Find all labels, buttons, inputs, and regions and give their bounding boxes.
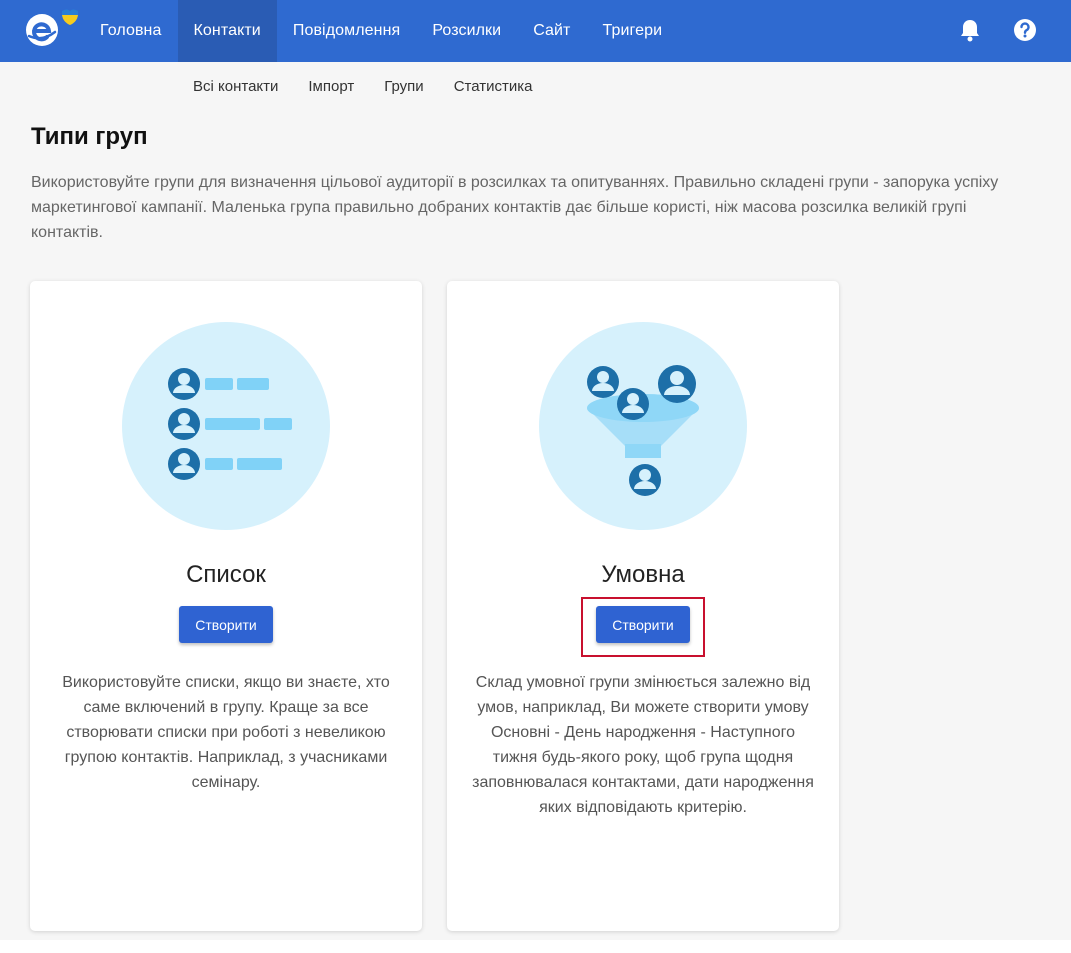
highlight-frame [581,597,705,657]
subnav-item-groups[interactable]: Групи [369,76,438,98]
bell-icon[interactable] [957,17,983,43]
page-title: Типи груп [31,123,148,150]
nav-item-campaigns[interactable]: Розсилки [416,0,517,62]
list-group-illustration [122,322,330,530]
nav-item-site[interactable]: Сайт [517,0,586,62]
card-description: Склад умовної групи змінюється залежно в… [472,674,814,816]
subnav-item-all-contacts[interactable]: Всі контакти [178,76,293,98]
nav-item-triggers[interactable]: Тригери [587,0,679,62]
logo[interactable] [22,6,84,54]
create-list-group-button[interactable]: Створити [179,606,273,643]
top-navigation-bar: Головна Контакти Повідомлення Розсилки С… [0,0,1071,62]
help-icon[interactable] [1012,17,1038,43]
funnel-group-illustration [539,322,747,530]
page-description: Використовуйте групи для визначення ціль… [31,174,999,241]
sub-navigation: Всі контакти Імпорт Групи Статистика [178,76,547,98]
group-type-card-list: Список Створити Використовуйте списки, я… [30,281,422,931]
nav-item-home[interactable]: Головна [84,0,178,62]
subnav-item-statistics[interactable]: Статистика [439,76,548,98]
main-nav: Головна Контакти Повідомлення Розсилки С… [84,0,678,62]
card-description: Використовуйте списки, якщо ви знаєте, х… [62,674,390,791]
card-title: Умовна [601,561,685,588]
nav-item-contacts[interactable]: Контакти [177,0,277,62]
page-bottom [0,940,1071,953]
subnav-item-import[interactable]: Імпорт [293,76,369,98]
nav-item-messages[interactable]: Повідомлення [277,0,416,62]
card-title: Список [186,561,266,588]
